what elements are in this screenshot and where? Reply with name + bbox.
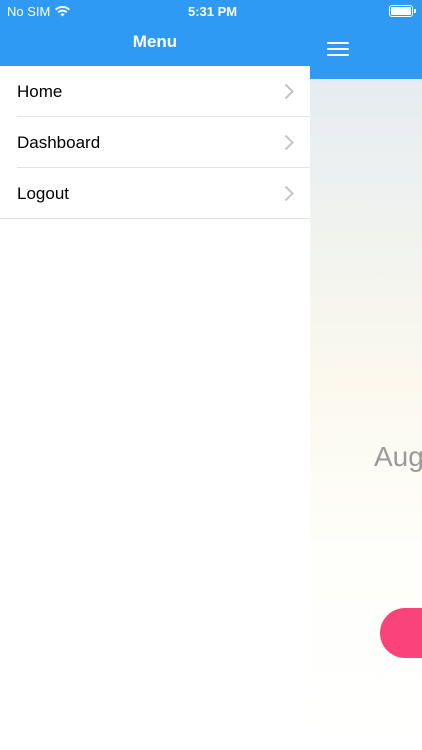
date-label: Aug (374, 441, 422, 472)
wifi-icon (55, 6, 71, 17)
primary-action-button[interactable] (380, 608, 422, 658)
menu-item-label: Dashboard (17, 132, 101, 152)
hamburger-icon[interactable] (327, 42, 349, 58)
menu-item-dashboard[interactable]: Dashboard (0, 117, 310, 168)
chevron-right-icon (284, 134, 294, 151)
carrier-info: No SIM (7, 4, 71, 19)
main-content-panel: Aug (310, 0, 422, 750)
app-screen: No SIM 5:31 PM Menu Home Dashboard Logou… (0, 0, 422, 750)
carrier-label: No SIM (7, 4, 51, 19)
menu-item-home[interactable]: Home (0, 66, 310, 117)
menu-item-label: Home (17, 81, 63, 101)
drawer-title: Menu (132, 32, 178, 51)
battery-icon (389, 5, 416, 17)
side-menu-drawer: Menu Home Dashboard Logout (0, 0, 310, 750)
battery-level (391, 7, 411, 15)
status-time: 5:31 PM (188, 4, 238, 19)
status-bar: No SIM 5:31 PM (0, 0, 422, 24)
menu-list: Home Dashboard Logout (0, 66, 310, 219)
chevron-right-icon (284, 83, 294, 100)
menu-item-logout[interactable]: Logout (0, 168, 310, 219)
menu-item-label: Logout (17, 183, 69, 203)
chevron-right-icon (284, 185, 294, 202)
